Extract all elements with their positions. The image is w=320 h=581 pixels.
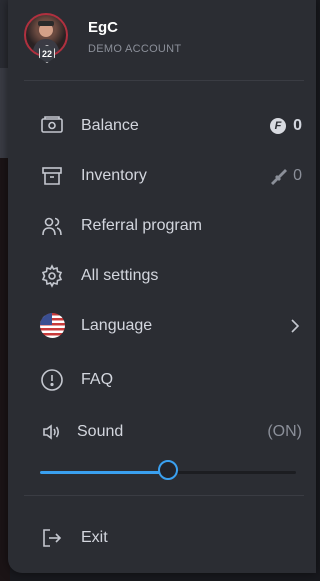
profile-header[interactable]: 22 EgC DEMO ACCOUNT [24,13,304,65]
referral-label: Referral program [81,217,202,234]
speaker-icon [42,422,66,446]
archive-box-icon [40,164,64,188]
sound-status: (ON) [267,423,302,440]
volume-slider-thumb[interactable] [158,460,178,480]
menu-item-referral[interactable]: Referral program [24,208,304,244]
info-circle-icon [40,368,64,392]
us-flag-icon [40,313,65,338]
settings-label: All settings [81,267,159,284]
gear-icon [40,264,64,288]
menu-item-exit[interactable]: Exit [24,520,304,556]
chevron-right-icon [290,318,300,334]
divider [24,80,304,81]
menu-item-sound[interactable]: Sound (ON) [24,414,304,450]
account-menu-panel: 22 EgC DEMO ACCOUNT Balance F 0 Inventor… [8,0,316,573]
level-badge: 22 [39,45,55,63]
menu-item-language[interactable]: Language [24,308,304,344]
faq-label: FAQ [81,371,114,388]
language-label: Language [81,317,153,334]
volume-slider[interactable] [40,460,296,480]
menu-item-inventory[interactable]: Inventory 0 [24,158,304,194]
divider [24,495,304,496]
inventory-value: 0 [293,167,302,184]
wallet-icon [40,114,64,138]
balance-value: 0 [293,117,302,134]
account-type-label: DEMO ACCOUNT [88,43,182,55]
logout-icon [40,526,64,550]
balance-label: Balance [81,117,139,134]
exit-label: Exit [81,529,108,546]
sound-label: Sound [77,423,124,440]
menu-item-settings[interactable]: All settings [24,258,304,294]
username: EgC [88,19,118,36]
inventory-label: Inventory [81,167,147,184]
volume-slider-fill [40,471,168,474]
menu-item-faq[interactable]: FAQ [24,362,304,398]
users-icon [40,214,64,238]
rifle-icon [270,168,288,186]
menu-item-balance[interactable]: Balance F 0 [24,108,304,144]
coin-icon: F [270,118,286,134]
